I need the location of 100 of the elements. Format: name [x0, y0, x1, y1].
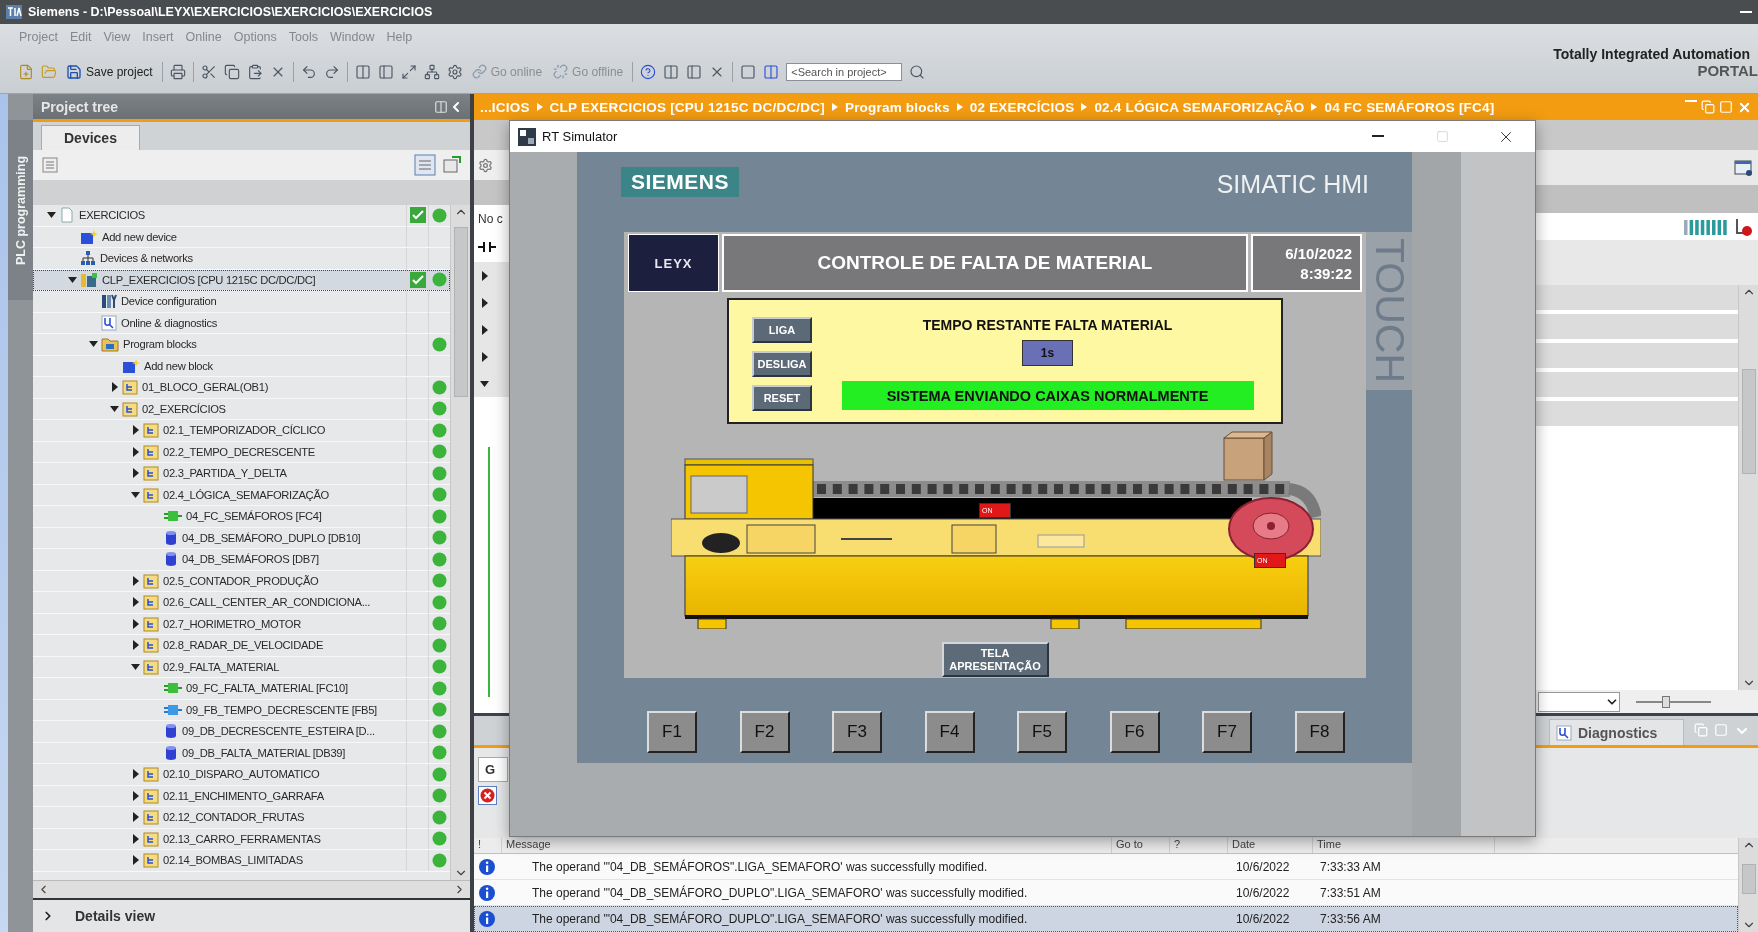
tree-item[interactable]: 09_FB_TEMPO_DECRESCENTE [FB5]	[33, 699, 450, 721]
search-field[interactable]: <Search in project>	[786, 62, 903, 81]
tree-item[interactable]: 02.12_CONTADOR_FRUTAS	[33, 807, 450, 829]
print-icon[interactable]	[169, 63, 186, 80]
tree-item[interactable]: 02.7_HORIMETRO_MOTOR	[33, 613, 450, 635]
undo-icon[interactable]	[300, 63, 317, 80]
scrollbar-thumb[interactable]	[1741, 864, 1756, 894]
function-key[interactable]: F7	[1202, 711, 1252, 753]
layout-icon[interactable]	[686, 63, 703, 80]
tree-item[interactable]: 02.2_TEMPO_DECRESCENTE	[33, 441, 450, 463]
navigation-button[interactable]: TELA APRESENTAÇÃO	[941, 642, 1049, 677]
function-key[interactable]: F6	[1109, 711, 1160, 753]
breakpoint-icon[interactable]	[1734, 216, 1754, 237]
tree-item[interactable]: EXERCICIOS	[33, 205, 450, 227]
folder-icon	[143, 787, 159, 804]
tree-item[interactable]: 01_BLOCO_GERAL(OB1)	[33, 377, 450, 399]
tree-item[interactable]: 02.5_CONTADOR_PRODUÇÃO	[33, 570, 450, 592]
tab[interactable]: Diagnostics	[1549, 719, 1684, 745]
tree-item[interactable]: 09_DB_DECRESCENTE_ESTEIRA [D...	[33, 721, 450, 743]
function-key[interactable]: F2	[739, 711, 790, 753]
tree-item[interactable]: 02.1_TEMPORIZADOR_CÍCLICO	[33, 420, 450, 442]
save-button[interactable]: Save project	[64, 61, 155, 82]
column-header[interactable]: !	[474, 838, 502, 853]
delete-filter-icon[interactable]	[478, 786, 497, 805]
paste-icon[interactable]	[246, 63, 263, 80]
tree-item[interactable]: 02.6_CALL_CENTER_AR_CONDICIONA...	[33, 592, 450, 614]
settings-icon[interactable]	[478, 157, 493, 173]
tree-item[interactable]: 02_EXERCÍCIOS	[33, 398, 450, 420]
tree-item[interactable]: 09_DB_FALTA_MATERIAL [DB39]	[33, 742, 450, 764]
panel-icon[interactable]	[377, 63, 394, 80]
tab[interactable]: Devices	[41, 125, 140, 150]
tree-view-icon[interactable]	[442, 154, 462, 174]
scrollbar-thumb[interactable]	[1741, 369, 1756, 474]
tree-item[interactable]: Online & diagnostics	[33, 312, 450, 334]
tree-item[interactable]: 09_FC_FALTA_MATERIAL [FC10]	[33, 678, 450, 700]
tree-item[interactable]: 04_DB_SEMÁFORO_DUPLO [DB10]	[33, 527, 450, 549]
folder-icon	[143, 615, 159, 632]
split-icon[interactable]	[354, 63, 371, 80]
tree-item[interactable]: CLP_EXERCICIOS [CPU 1215C DC/DC/DC]	[33, 269, 450, 291]
slider-thumb[interactable]	[1662, 695, 1670, 708]
help-icon[interactable]	[640, 63, 657, 80]
tree-item[interactable]: 02.8_RADAR_DE_VELOCIDADE	[33, 635, 450, 657]
tree-item[interactable]: 04_DB_SEMÁFOROS [DB7]	[33, 549, 450, 571]
tab-strip	[474, 120, 509, 150]
function-key[interactable]: F4	[924, 711, 975, 753]
cut-icon[interactable]	[200, 63, 217, 80]
tree-item[interactable]: 02.9_FALTA_MATERIAL	[33, 656, 450, 678]
folder-icon	[143, 809, 159, 826]
tree-item[interactable]: 02.10_DISPARO_AUTOMATICO	[33, 764, 450, 786]
brand-subtitle: PORTAL	[1697, 62, 1758, 79]
table-cell-text: 10/6/2022	[1235, 885, 1291, 900]
column-header[interactable]: ?	[1170, 838, 1228, 853]
folder-icon	[143, 486, 159, 503]
tree-item[interactable]: Program blocks	[33, 334, 450, 356]
scrollbar-thumb[interactable]	[453, 227, 468, 397]
function-key[interactable]: F1	[647, 711, 697, 753]
tile-icon[interactable]	[763, 63, 780, 80]
tab[interactable]: G	[478, 757, 508, 782]
tree-item[interactable]: 04_FC_SEMÁFOROS [FC4]	[33, 506, 450, 528]
search-icon[interactable]	[909, 63, 926, 80]
hmi-button[interactable]: DESLIGA	[752, 351, 812, 377]
column-header[interactable]: Date	[1228, 838, 1313, 853]
panel-title: Project tree	[41, 98, 120, 115]
tree-item[interactable]: 02.4_LÓGICA_SEMAFORIZAÇÃO	[33, 484, 450, 506]
column-header[interactable]: Message	[502, 838, 1112, 853]
zoom-dropdown[interactable]	[1538, 691, 1620, 712]
settings-icon[interactable]	[446, 63, 463, 80]
tree-item[interactable]: Devices & networks	[33, 248, 450, 270]
save-icon	[66, 63, 82, 80]
table-row[interactable]: The operand '"04_DB_SEMÁFORO_DUPLO".LIGA_SEMAFORO' was successfully modified. 10/6/2022 7:33:56 AM	[474, 906, 1738, 932]
info-icon	[478, 909, 496, 928]
unlink-icon	[553, 64, 569, 79]
copy-icon[interactable]	[223, 63, 240, 80]
pane-icon[interactable]	[434, 99, 448, 114]
column-header[interactable]: Time	[1313, 838, 1495, 853]
hmi-button[interactable]: RESET	[752, 385, 812, 411]
function-key[interactable]: F3	[832, 711, 882, 753]
redo-icon[interactable]	[323, 63, 340, 80]
tree-item[interactable]: 02.3_PARTIDA_Y_DELTA	[33, 463, 450, 485]
table-cell-text: The operand '"04_DB_SEMÁFORO_DUPLO".LIGA_SEMAFORO' was successfully modified.	[531, 911, 1029, 926]
minimize-icon[interactable]	[1740, 10, 1752, 14]
tree-item[interactable]: Add new device	[33, 226, 450, 248]
hmi-button[interactable]: LIGA	[752, 317, 812, 343]
folder-icon	[143, 594, 159, 611]
function-key[interactable]: F8	[1294, 711, 1345, 753]
window-icon[interactable]	[1734, 158, 1754, 177]
tree-item[interactable]: Device configuration	[33, 291, 450, 313]
details-view-toggle[interactable]: Details view	[69, 907, 162, 925]
table-row[interactable]: The operand '"04_DB_SEMÁFORO_DUPLO".LIGA_SEMAFORO' was successfully modified. 10/6/2022 7:33:51 AM	[474, 880, 1738, 906]
tree-item[interactable]: 02.11_ENCHIMENTO_GARRAFA	[33, 785, 450, 807]
folder-icon	[143, 443, 159, 460]
network-view-icon[interactable]	[423, 63, 440, 80]
database-icon	[164, 723, 178, 740]
function-key[interactable]: F5	[1017, 711, 1067, 753]
table-row[interactable]: The operand '"04_DB_SEMÁFOROS".LIGA_SEMAFORO' was successfully modified. 10/6/2022 7:33:33 AM	[474, 854, 1738, 880]
columns-icon[interactable]	[663, 63, 680, 80]
tree-item[interactable]: Add new block	[33, 355, 450, 377]
tree-item[interactable]: 02.13_CARRO_FERRAMENTAS	[33, 828, 450, 850]
tree-item[interactable]: 02.14_BOMBAS_LIMITADAS	[33, 850, 450, 872]
column-header[interactable]: Go to	[1112, 838, 1170, 853]
